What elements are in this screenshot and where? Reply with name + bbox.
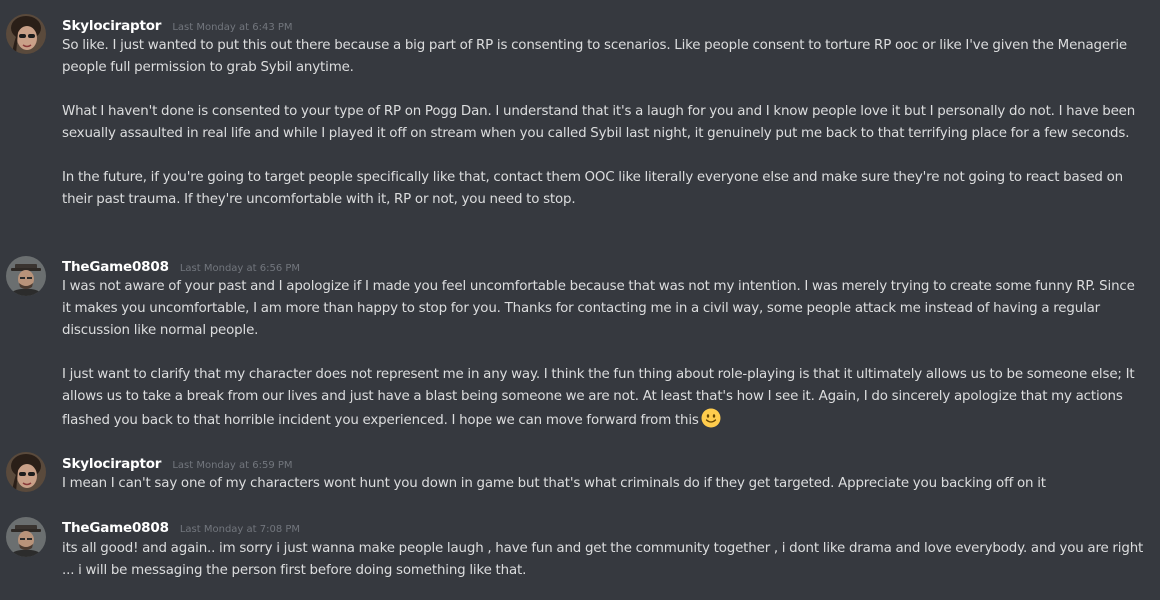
timestamp[interactable]: Last Monday at 7:08 PM bbox=[180, 524, 300, 535]
timestamp[interactable]: Last Monday at 6:59 PM bbox=[172, 460, 292, 471]
message-header: Skylociraptor Last Monday at 6:43 PM bbox=[62, 15, 293, 35]
message-header: Skylociraptor Last Monday at 6:59 PM bbox=[62, 453, 293, 473]
message-paragraph: So like. I just wanted to put this out t… bbox=[62, 38, 1128, 75]
message-header: TheGame0808 Last Monday at 6:56 PM bbox=[62, 256, 300, 276]
thegame0808-avatar[interactable] bbox=[6, 256, 46, 296]
message-content: I was not aware of your past and I apolo… bbox=[62, 276, 1147, 436]
message-paragraph-with-emoji: I just want to clarify that my character… bbox=[62, 364, 1147, 436]
message-content: So like. I just wanted to put this out t… bbox=[62, 35, 1147, 211]
message-paragraph: its all good! and again.. im sorry i jus… bbox=[62, 541, 1144, 578]
chat-messages: Skylociraptor Last Monday at 6:43 PM So … bbox=[0, 0, 1160, 600]
skylociraptor-avatar[interactable] bbox=[6, 452, 46, 492]
message-paragraph: In the future, if you're going to target… bbox=[62, 170, 1123, 207]
username[interactable]: TheGame0808 bbox=[62, 520, 169, 536]
thegame0808-avatar[interactable] bbox=[6, 517, 46, 557]
message-paragraph: I was not aware of your past and I apolo… bbox=[62, 279, 1135, 338]
message-content: its all good! and again.. im sorry i jus… bbox=[62, 538, 1147, 582]
message-paragraph: I mean I can't say one of my characters … bbox=[62, 476, 1046, 491]
username[interactable]: Skylociraptor bbox=[62, 456, 161, 472]
username[interactable]: Skylociraptor bbox=[62, 18, 161, 34]
message-text: I just want to clarify that my character… bbox=[62, 367, 1135, 428]
message-content: I mean I can't say one of my characters … bbox=[62, 473, 1147, 495]
message-paragraph: What I haven't done is consented to your… bbox=[62, 104, 1136, 141]
username[interactable]: TheGame0808 bbox=[62, 259, 169, 275]
slightly-smiling-face-emoji bbox=[701, 408, 721, 436]
skylociraptor-avatar[interactable] bbox=[6, 14, 46, 54]
message-header: TheGame0808 Last Monday at 7:08 PM bbox=[62, 517, 300, 537]
timestamp[interactable]: Last Monday at 6:56 PM bbox=[180, 263, 300, 274]
timestamp[interactable]: Last Monday at 6:43 PM bbox=[172, 22, 292, 33]
